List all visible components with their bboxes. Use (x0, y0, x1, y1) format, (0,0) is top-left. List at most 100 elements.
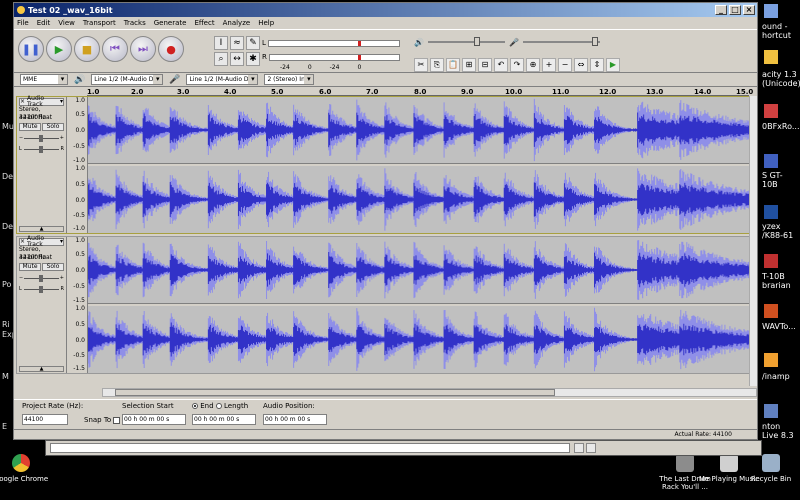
meter-row-left[interactable]: L (262, 36, 402, 50)
slider-knob[interactable] (592, 37, 599, 46)
slider-knob[interactable] (39, 146, 43, 153)
desktop-shortcut-icon[interactable] (764, 50, 778, 64)
sync-lock-button[interactable]: ⊕ (526, 58, 540, 72)
multi-tool[interactable]: ✱ (246, 52, 260, 66)
draw-tool[interactable]: ✎ (246, 36, 260, 50)
menu-generate[interactable]: Generate (154, 19, 187, 27)
desktop-icon-chrome[interactable]: Google Chrome (0, 454, 56, 483)
desktop-shortcut-label[interactable]: S GT-10B (762, 171, 798, 189)
pause-button[interactable]: ❚❚ (18, 36, 44, 62)
desktop-shortcut-icon[interactable] (764, 104, 778, 118)
horizontal-scrollbar[interactable] (102, 388, 757, 397)
skip-end-button[interactable]: ⏭ (130, 36, 156, 62)
output-volume-slider[interactable] (427, 37, 505, 46)
copy-button[interactable]: ⎘ (430, 58, 444, 72)
menu-file[interactable]: File (17, 19, 29, 27)
desktop-shortcut-label[interactable]: /inamp (762, 372, 798, 381)
audio-position-field[interactable]: 00 h 00 m 00 s (263, 414, 327, 425)
title-bar[interactable]: Test 02 _wav_16bit _ □ × (14, 3, 757, 17)
vertical-scrollbar[interactable] (749, 96, 757, 386)
desktop-shortcut-label[interactable]: ound - hortcut (762, 22, 798, 40)
input-device-select[interactable]: Line 1/2 (M-Audio Delta (186, 74, 259, 85)
trim-button[interactable]: ⊞ (462, 58, 476, 72)
waveform-right[interactable] (88, 166, 750, 233)
input-volume-slider[interactable] (522, 37, 600, 46)
collapse-track-button[interactable]: ▲ (19, 366, 64, 372)
skip-start-button[interactable]: ⏮ (102, 36, 128, 62)
desktop-shortcut-label[interactable]: nton Live 8.3 (762, 422, 798, 440)
slider-knob[interactable] (474, 37, 481, 46)
meter-row-right[interactable]: R (262, 50, 402, 64)
menu-edit[interactable]: Edit (37, 19, 51, 27)
menu-view[interactable]: View (58, 19, 75, 27)
end-radio[interactable] (192, 403, 198, 409)
desktop-shortcut-label[interactable]: T-10B brarian (762, 272, 798, 290)
timeline-ruler[interactable]: 1.0 2.0 3.0 4.0 5.0 6.0 7.0 8.0 9.0 10.0… (14, 88, 757, 96)
background-window-button[interactable] (574, 443, 584, 453)
solo-button[interactable]: Solo (42, 123, 64, 131)
timeshift-tool[interactable]: ↔ (230, 52, 244, 66)
record-meter[interactable] (268, 53, 400, 61)
channels-select[interactable]: 2 (Stereo) Inp (264, 74, 315, 85)
desktop-shortcut-icon[interactable] (764, 4, 778, 18)
paste-button[interactable]: 📋 (446, 58, 460, 72)
desktop-shortcut-icon[interactable] (764, 254, 778, 268)
collapse-track-button[interactable]: ▲ (19, 226, 64, 232)
desktop-shortcut-icon[interactable] (764, 304, 778, 318)
close-button[interactable]: × (743, 5, 755, 15)
length-radio[interactable] (215, 403, 222, 409)
desktop-shortcut-icon[interactable] (764, 404, 778, 418)
desktop-shortcut-label[interactable]: 0BFxRo... (762, 122, 800, 131)
maximize-button[interactable]: □ (729, 5, 741, 15)
background-window-field[interactable] (50, 443, 570, 453)
mute-button[interactable]: Mute (19, 123, 41, 131)
desktop-icon-recycle-bin[interactable]: Recycle Bin (736, 454, 800, 483)
audio-track[interactable]: × Audio Track ▾ Stereo, 44100Hz 32-bit f… (16, 96, 751, 234)
desktop-shortcut-icon[interactable] (764, 353, 778, 367)
background-window-button[interactable] (586, 443, 596, 453)
audio-track[interactable]: × Audio Track ▾ Stereo, 44100Hz 32-bit f… (16, 236, 751, 374)
scrollbar-thumb[interactable] (115, 389, 555, 396)
selection-start-field[interactable]: 00 h 00 m 00 s (122, 414, 186, 425)
menu-transport[interactable]: Transport (83, 19, 116, 27)
playback-meter[interactable] (267, 39, 400, 47)
play-button[interactable]: ▶ (46, 36, 72, 62)
desktop-shortcut-icon[interactable] (764, 205, 778, 219)
redo-button[interactable]: ↷ (510, 58, 524, 72)
undo-button[interactable]: ↶ (494, 58, 508, 72)
mute-button[interactable]: Mute (19, 263, 41, 271)
menu-help[interactable]: Help (258, 19, 274, 27)
selection-tool[interactable]: I (214, 36, 228, 50)
minimize-button[interactable]: _ (715, 5, 727, 15)
track-name-menu[interactable]: × Audio Track ▾ (19, 236, 64, 248)
desktop-shortcut-label[interactable]: acity 1.3 (Unicode) (762, 70, 800, 88)
zoom-in-button[interactable]: + (542, 58, 556, 72)
snap-to-checkbox[interactable] (113, 416, 121, 424)
slider-knob[interactable] (39, 286, 43, 293)
gain-slider[interactable]: − + (19, 275, 64, 282)
menu-tracks[interactable]: Tracks (124, 19, 146, 27)
desktop-shortcut-label[interactable]: yzex /K88-61 (762, 222, 798, 240)
waveform-left[interactable] (88, 97, 750, 163)
menu-effect[interactable]: Effect (194, 19, 214, 27)
close-icon[interactable]: × (20, 99, 25, 105)
fit-selection-button[interactable]: ⇔ (574, 58, 588, 72)
project-rate-select[interactable]: 44100 (22, 414, 68, 425)
envelope-tool[interactable]: ≈ (230, 36, 244, 50)
solo-button[interactable]: Solo (42, 263, 64, 271)
slider-knob[interactable] (39, 135, 43, 142)
desktop-shortcut-icon[interactable] (764, 154, 778, 168)
record-button[interactable]: ● (158, 36, 184, 62)
close-icon[interactable]: × (20, 239, 25, 245)
gain-slider[interactable]: − + (19, 135, 64, 142)
stop-button[interactable]: ■ (74, 36, 100, 62)
play-at-speed-button[interactable]: ▶ (606, 58, 620, 72)
selection-end-field[interactable]: 00 h 00 m 00 s (192, 414, 256, 425)
zoom-out-button[interactable]: − (558, 58, 572, 72)
pan-slider[interactable]: LR (19, 286, 64, 293)
host-select[interactable]: MME (20, 74, 68, 85)
menu-analyze[interactable]: Analyze (223, 19, 251, 27)
slider-knob[interactable] (39, 275, 43, 282)
silence-button[interactable]: ⊟ (478, 58, 492, 72)
fit-project-button[interactable]: ⇕ (590, 58, 604, 72)
